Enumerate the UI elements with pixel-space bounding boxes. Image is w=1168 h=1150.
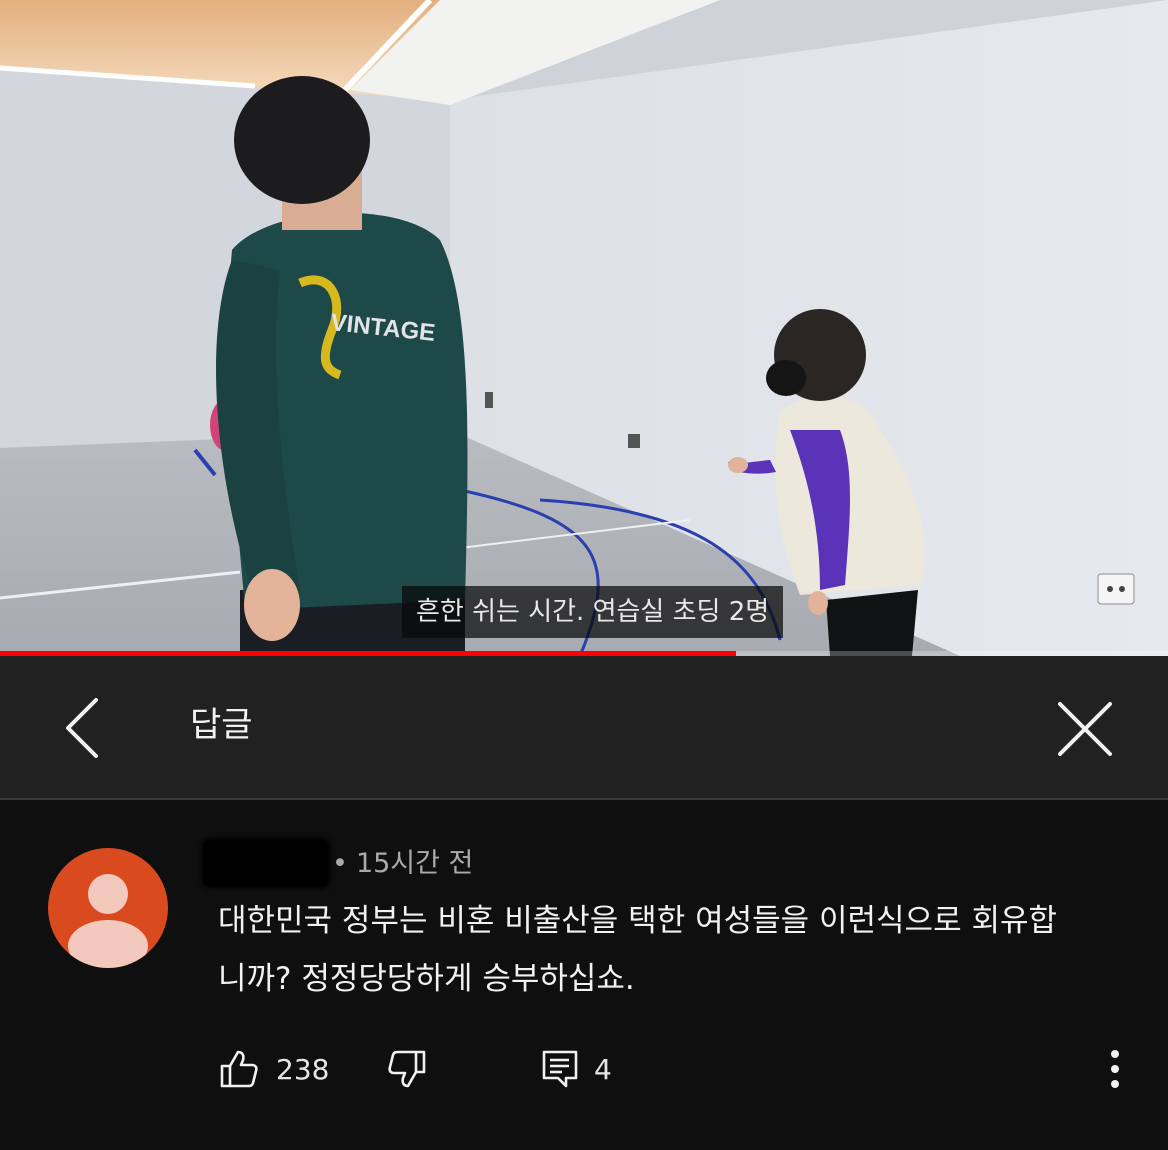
comment-actions: 238 4 <box>0 1040 1168 1104</box>
chevron-left-icon[interactable] <box>56 694 110 762</box>
video-player[interactable]: VINTAGE 흔한 쉬는 시간. 연습실 초딩 2명 <box>0 0 1168 656</box>
comment-text-line: 대한민국 정부는 비혼 비출산을 택한 여성들을 이런식으로 회유합 <box>218 903 1058 939</box>
more-vertical-icon[interactable] <box>1104 1046 1126 1096</box>
like-count: 238 <box>276 1053 330 1086</box>
thumbs-down-icon[interactable] <box>386 1048 428 1094</box>
replies-header: 답글 <box>0 656 1168 800</box>
thumbs-up-icon[interactable] <box>218 1048 260 1094</box>
redacted-author-name <box>204 840 328 886</box>
meta-separator: • <box>332 848 348 879</box>
comment: • 15시간 전 대한민국 정부는 비혼 비출산을 택한 여성들을 이런식으로 회… <box>0 800 1168 1150</box>
comment-text: 대한민국 정부는 비혼 비출산을 택한 여성들을 이런식으로 회유합 니까? 정… <box>218 892 1138 1008</box>
avatar[interactable] <box>48 848 168 968</box>
panel-title: 답글 <box>190 705 253 745</box>
reply-count: 4 <box>594 1053 612 1086</box>
close-icon[interactable] <box>1052 696 1118 762</box>
video-frame: VINTAGE <box>0 0 1168 656</box>
comment-meta: • 15시간 전 <box>332 844 473 884</box>
comment-text-line: 니까? 정정당당하게 승부하십쇼. <box>218 961 635 997</box>
video-subtitle: 흔한 쉬는 시간. 연습실 초딩 2명 <box>402 586 784 638</box>
reply-comment-icon[interactable] <box>540 1048 580 1094</box>
default-avatar-icon <box>48 848 168 968</box>
comment-time: 15시간 전 <box>355 848 474 879</box>
